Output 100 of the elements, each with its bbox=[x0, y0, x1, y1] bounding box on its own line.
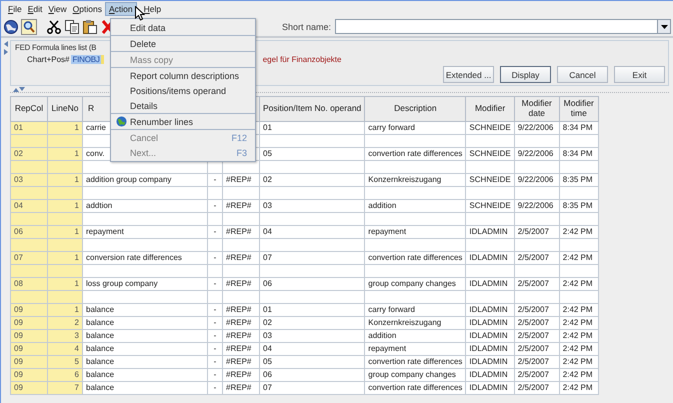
table-cell: SCHNEIDE bbox=[466, 148, 514, 160]
table-cell: IDLADMIN bbox=[466, 382, 514, 394]
column-header[interactable]: Description bbox=[364, 96, 466, 122]
caret-icon bbox=[660, 24, 668, 28]
table-cell: 2/5/2007 bbox=[514, 356, 560, 368]
table-cell: 03 bbox=[260, 330, 365, 342]
table-cell: 2:42 PM bbox=[559, 278, 598, 290]
column-header[interactable]: Position/Item No. operand bbox=[260, 96, 365, 122]
table-cell: 03 bbox=[10, 174, 48, 186]
table-cell: IDLADMIN bbox=[466, 316, 514, 330]
table-cell: 07 bbox=[260, 252, 365, 264]
table-cell: 8:35 PM bbox=[559, 174, 598, 186]
column-header[interactable]: LineNo bbox=[48, 96, 82, 122]
menu-item[interactable]: Delete bbox=[111, 36, 255, 51]
table-cell: 2:42 PM bbox=[559, 382, 598, 394]
table-cell: - bbox=[208, 382, 222, 394]
table-cell: 2/5/2007 bbox=[514, 368, 560, 382]
table-cell: IDLADMIN bbox=[466, 226, 514, 238]
table-cell: 09 bbox=[10, 304, 48, 316]
menu-item[interactable]: Edit bbox=[24, 2, 46, 16]
table-cell: 1 bbox=[48, 148, 82, 160]
menu-item[interactable]: Action bbox=[104, 2, 137, 16]
scissors-icon[interactable] bbox=[46, 18, 62, 34]
chart-pos-field[interactable]: FINOBJ bbox=[71, 55, 104, 64]
table-cell: balance bbox=[82, 382, 208, 394]
table-cell: 01 bbox=[260, 122, 365, 134]
column-header[interactable]: RepCol bbox=[10, 96, 48, 122]
table-cell: balance bbox=[82, 368, 208, 382]
menu-item[interactable]: Options bbox=[70, 2, 105, 16]
table-cell: - bbox=[208, 174, 222, 186]
table-cell: 2/5/2007 bbox=[514, 304, 560, 316]
menu-item[interactable]: Edit data bbox=[111, 20, 255, 35]
table-cell: balance bbox=[82, 304, 208, 316]
table-cell: convertion rate differences bbox=[364, 148, 466, 160]
menu-item[interactable]: Positions/items operand bbox=[111, 83, 255, 98]
table-cell: 7 bbox=[48, 382, 82, 394]
menu-item[interactable]: File bbox=[5, 2, 25, 16]
cursor-icon bbox=[134, 6, 145, 20]
short-name-field[interactable] bbox=[335, 19, 671, 34]
table-cell: #REP# bbox=[222, 356, 260, 368]
menu-item[interactable]: View bbox=[45, 2, 70, 16]
globe-icon[interactable] bbox=[3, 18, 19, 34]
table-cell: 9/22/2006 bbox=[514, 174, 560, 186]
table-cell: 09 bbox=[10, 330, 48, 342]
table-cell: 2/5/2007 bbox=[514, 278, 560, 290]
table-cell: #REP# bbox=[222, 174, 260, 186]
collapse-arrows-icon[interactable] bbox=[2, 40, 8, 56]
table-cell: 4 bbox=[48, 342, 82, 356]
paste-icon[interactable] bbox=[82, 18, 98, 34]
table-cell: #REP# bbox=[222, 278, 260, 290]
table-cell: balance bbox=[82, 356, 208, 368]
table-cell: 06 bbox=[260, 368, 365, 382]
table-cell: 1 bbox=[48, 122, 82, 134]
column-header[interactable]: Modifier time bbox=[559, 96, 598, 122]
table-cell: 09 bbox=[10, 356, 48, 368]
dialog-button[interactable]: Extended ... bbox=[443, 66, 494, 83]
table-cell: 5 bbox=[48, 356, 82, 368]
menu-item[interactable]: Help bbox=[140, 2, 164, 16]
dialog-button[interactable]: Exit bbox=[614, 66, 665, 83]
table-cell: 2/5/2007 bbox=[514, 316, 560, 330]
table-cell: 2:42 PM bbox=[559, 330, 598, 342]
table-cell: - bbox=[208, 278, 222, 290]
table-cell: addition group company bbox=[82, 174, 208, 186]
table-cell: 02 bbox=[260, 174, 365, 186]
table-cell: 07 bbox=[10, 252, 48, 264]
table-cell: 02 bbox=[10, 148, 48, 160]
splitter-arrows-icon[interactable] bbox=[13, 87, 25, 92]
table-cell: 04 bbox=[260, 226, 365, 238]
table-cell: 06 bbox=[10, 226, 48, 238]
table-cell: 09 bbox=[10, 342, 48, 356]
table-cell: 2:42 PM bbox=[559, 316, 598, 330]
table-cell: 2/5/2007 bbox=[514, 342, 560, 356]
table-cell: 2/5/2007 bbox=[514, 252, 560, 264]
search-icon[interactable] bbox=[21, 18, 37, 34]
table-cell: SCHNEIDE bbox=[466, 200, 514, 212]
table-cell: 2 bbox=[48, 316, 82, 330]
table-cell: 9/22/2006 bbox=[514, 200, 560, 212]
table-cell: 09 bbox=[10, 382, 48, 394]
table-cell: 1 bbox=[48, 278, 82, 290]
menu-item[interactable]: Renumber lines bbox=[111, 114, 255, 129]
table-cell: - bbox=[208, 342, 222, 356]
table-cell: 1 bbox=[48, 200, 82, 212]
menu-item[interactable]: Details bbox=[111, 98, 255, 113]
dialog-button[interactable]: Cancel bbox=[557, 66, 608, 83]
table-cell: IDLADMIN bbox=[466, 342, 514, 356]
dialog-button[interactable]: Display bbox=[500, 66, 551, 83]
copy-icon[interactable] bbox=[64, 18, 80, 34]
table-cell: 01 bbox=[260, 304, 365, 316]
table-cell: 03 bbox=[260, 200, 365, 212]
table-cell: 09 bbox=[10, 316, 48, 330]
table-cell: #REP# bbox=[222, 330, 260, 342]
table-cell: 2:42 PM bbox=[559, 304, 598, 316]
column-header[interactable]: Modifier bbox=[466, 96, 514, 122]
table-cell: 6 bbox=[48, 368, 82, 382]
table-cell: 1 bbox=[48, 226, 82, 238]
column-header[interactable]: Modifier date bbox=[514, 96, 560, 122]
menu-item[interactable]: Report column descriptions bbox=[111, 68, 255, 83]
table-cell: 2:42 PM bbox=[559, 356, 598, 368]
table-cell: 2:42 PM bbox=[559, 342, 598, 356]
table-cell: 08 bbox=[10, 278, 48, 290]
